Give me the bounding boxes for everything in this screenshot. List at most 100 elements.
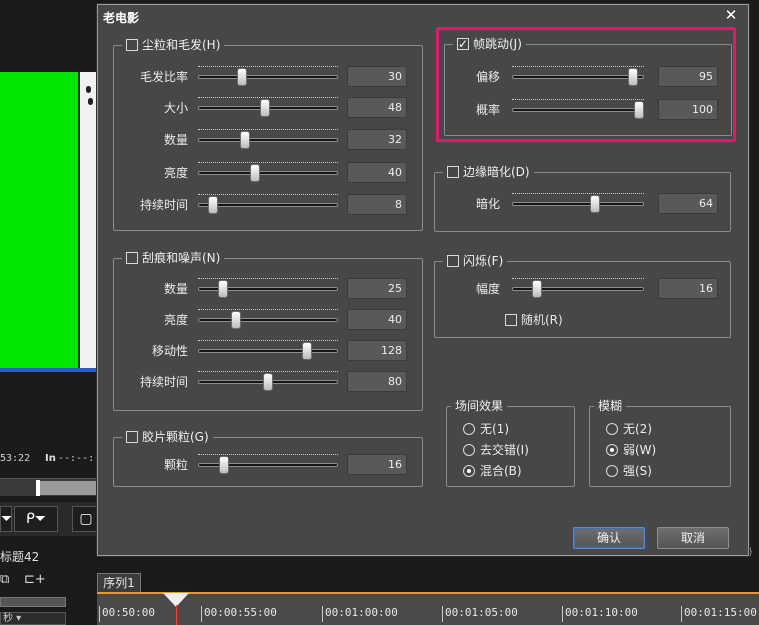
blur-radio-1[interactable]	[606, 444, 618, 456]
ruler-tick: 00:00:55:00	[201, 606, 277, 622]
cancel-button[interactable]: 取消	[657, 527, 729, 549]
film-grain-checkbox[interactable]	[126, 431, 138, 443]
dust-slider-1-label: 大小	[163, 101, 188, 115]
scratch-noise-header[interactable]: 刮痕和噪声(N)	[122, 250, 225, 266]
preview-green-screen	[0, 72, 80, 369]
scratch-slider-1-track[interactable]	[198, 318, 338, 322]
ruler-tick: 00:01:15:00	[681, 606, 757, 622]
ruler-tick: 00:50:00	[99, 606, 155, 622]
scratch-slider-1-value[interactable]: 40	[347, 309, 407, 330]
scratch-slider-3-value[interactable]: 80	[347, 371, 407, 392]
field_effect-option-2[interactable]: 混合(B)	[463, 462, 522, 479]
dust-slider-3-value[interactable]: 40	[347, 162, 407, 183]
mark-in-button[interactable]: ⏷	[0, 506, 12, 532]
flicker-header[interactable]: 闪烁(F)	[443, 253, 508, 269]
scratch-slider-3-label: 持续时间	[139, 375, 188, 389]
blur-radio-2[interactable]	[606, 465, 618, 477]
dust-hair-label: 尘粒和毛发(H)	[142, 38, 221, 52]
dust-slider-4-track[interactable]	[198, 203, 338, 207]
grain-slider-0-value[interactable]: 16	[347, 454, 407, 475]
dust-slider-2-value[interactable]: 32	[347, 129, 407, 150]
flicker-slider-0-value[interactable]: 16	[658, 278, 718, 299]
flicker-slider-0-label: 幅度	[475, 282, 500, 296]
dust-slider-0-ticks	[198, 66, 338, 70]
grain-slider-0-label: 颗粒	[163, 458, 188, 472]
grain-slider-0-thumb[interactable]	[218, 456, 229, 474]
vignette-label: 边缘暗化(D)	[463, 165, 530, 179]
scratch-slider-2-value[interactable]: 128	[347, 340, 407, 361]
blur-option-label: 弱(W)	[623, 443, 657, 457]
ok-button[interactable]: 确认	[573, 527, 645, 549]
timecode-display: 53:22	[0, 453, 31, 464]
blur-option-0[interactable]: 无(2)	[606, 420, 652, 437]
dust-slider-2-label: 数量	[163, 133, 188, 147]
dust-slider-0-value[interactable]: 30	[347, 66, 407, 87]
field_effect-option-0[interactable]: 无(1)	[463, 420, 509, 437]
film-grain-header[interactable]: 胶片颗粒(G)	[122, 429, 213, 445]
in-point-timecode: --:--:--	[58, 453, 100, 464]
zoom-slider[interactable]	[0, 597, 66, 607]
blur-option-2[interactable]: 强(S)	[606, 462, 652, 479]
scratch-noise-checkbox[interactable]	[126, 252, 138, 264]
dust-slider-1-thumb[interactable]	[260, 99, 271, 117]
dust-slider-4-thumb[interactable]	[208, 196, 219, 214]
flicker-slider-0-thumb[interactable]	[531, 280, 542, 298]
time-unit-select[interactable]: 秒 ▾	[0, 612, 66, 625]
scratch-slider-2-thumb[interactable]	[302, 342, 312, 360]
scratch-slider-2-track[interactable]	[198, 349, 338, 353]
scrub-range	[40, 481, 100, 495]
scrub-handle[interactable]	[36, 480, 40, 496]
field_effect-option-1[interactable]: 去交错(I)	[463, 441, 529, 458]
dust-slider-3-track[interactable]	[198, 171, 338, 175]
ruler-tick: 00:01:00:00	[322, 606, 398, 622]
scrub-bar[interactable]	[0, 478, 100, 496]
vignette-slider-0-label: 暗化	[475, 197, 500, 211]
random-checkbox-row[interactable]: 随机(R)	[505, 311, 563, 328]
field_effect-radio-2[interactable]	[463, 465, 475, 477]
dust-slider-2-track[interactable]	[198, 138, 338, 142]
scratch-slider-3-thumb[interactable]	[263, 373, 273, 391]
scratch-slider-1-label: 亮度	[163, 313, 188, 327]
field_effect-radio-1[interactable]	[463, 444, 475, 456]
dust-slider-1-value[interactable]: 48	[347, 97, 407, 118]
dust-hair-checkbox[interactable]	[126, 39, 138, 51]
dust-slider-0-thumb[interactable]	[237, 68, 247, 86]
project-title: 标题42	[0, 550, 40, 564]
dust-slider-3-label: 亮度	[163, 166, 188, 180]
dust-slider-0-track[interactable]	[198, 75, 338, 79]
mark-out-button[interactable]: ᑭ⏷	[14, 506, 58, 532]
group-flicker: 闪烁(F)	[434, 253, 731, 338]
tab-sequence1[interactable]: 序列1	[97, 573, 141, 592]
flicker-label: 闪烁(F)	[463, 254, 504, 268]
vignette-slider-0-thumb[interactable]	[590, 195, 601, 213]
dust-slider-2-thumb[interactable]	[239, 131, 250, 149]
dialog-title: 老电影	[103, 11, 140, 25]
stop-icon[interactable]: ▢	[72, 506, 100, 532]
link-icon[interactable]: ⧉	[0, 572, 9, 587]
dust-hair-header[interactable]: 尘粒和毛发(H)	[122, 37, 225, 53]
vignette-header[interactable]: 边缘暗化(D)	[443, 164, 534, 180]
dust-slider-4-value[interactable]: 8	[347, 194, 407, 215]
timeline-ruler[interactable]	[97, 592, 759, 625]
vignette-slider-0-value[interactable]: 64	[658, 193, 718, 214]
blur-radio-0[interactable]	[606, 423, 618, 435]
dust-slider-3-thumb[interactable]	[250, 164, 260, 182]
add-track-icon[interactable]: ⊏+	[24, 572, 46, 587]
random-checkbox[interactable]	[505, 314, 517, 326]
close-icon[interactable]: ✕	[722, 6, 740, 24]
blur-option-1[interactable]: 弱(W)	[606, 441, 656, 458]
vignette-slider-0-track[interactable]	[512, 202, 644, 206]
blur-option-label: 强(S)	[623, 464, 652, 478]
scratch-slider-0-value[interactable]: 25	[347, 278, 407, 299]
field_effect-option-label: 无(1)	[480, 422, 509, 436]
scratch-slider-0-thumb[interactable]	[218, 280, 229, 298]
ruler-tick: 00:01:05:00	[442, 606, 518, 622]
playhead-line	[176, 605, 177, 625]
field_effect-radio-0[interactable]	[463, 423, 475, 435]
vignette-checkbox[interactable]	[447, 166, 459, 178]
vignette-slider-0-ticks	[512, 193, 644, 197]
scratch-slider-1-thumb[interactable]	[230, 311, 241, 329]
field_effect-option-label: 去交错(I)	[480, 443, 529, 457]
dust-slider-0-label: 毛发比率	[139, 70, 188, 84]
flicker-checkbox[interactable]	[447, 255, 459, 267]
